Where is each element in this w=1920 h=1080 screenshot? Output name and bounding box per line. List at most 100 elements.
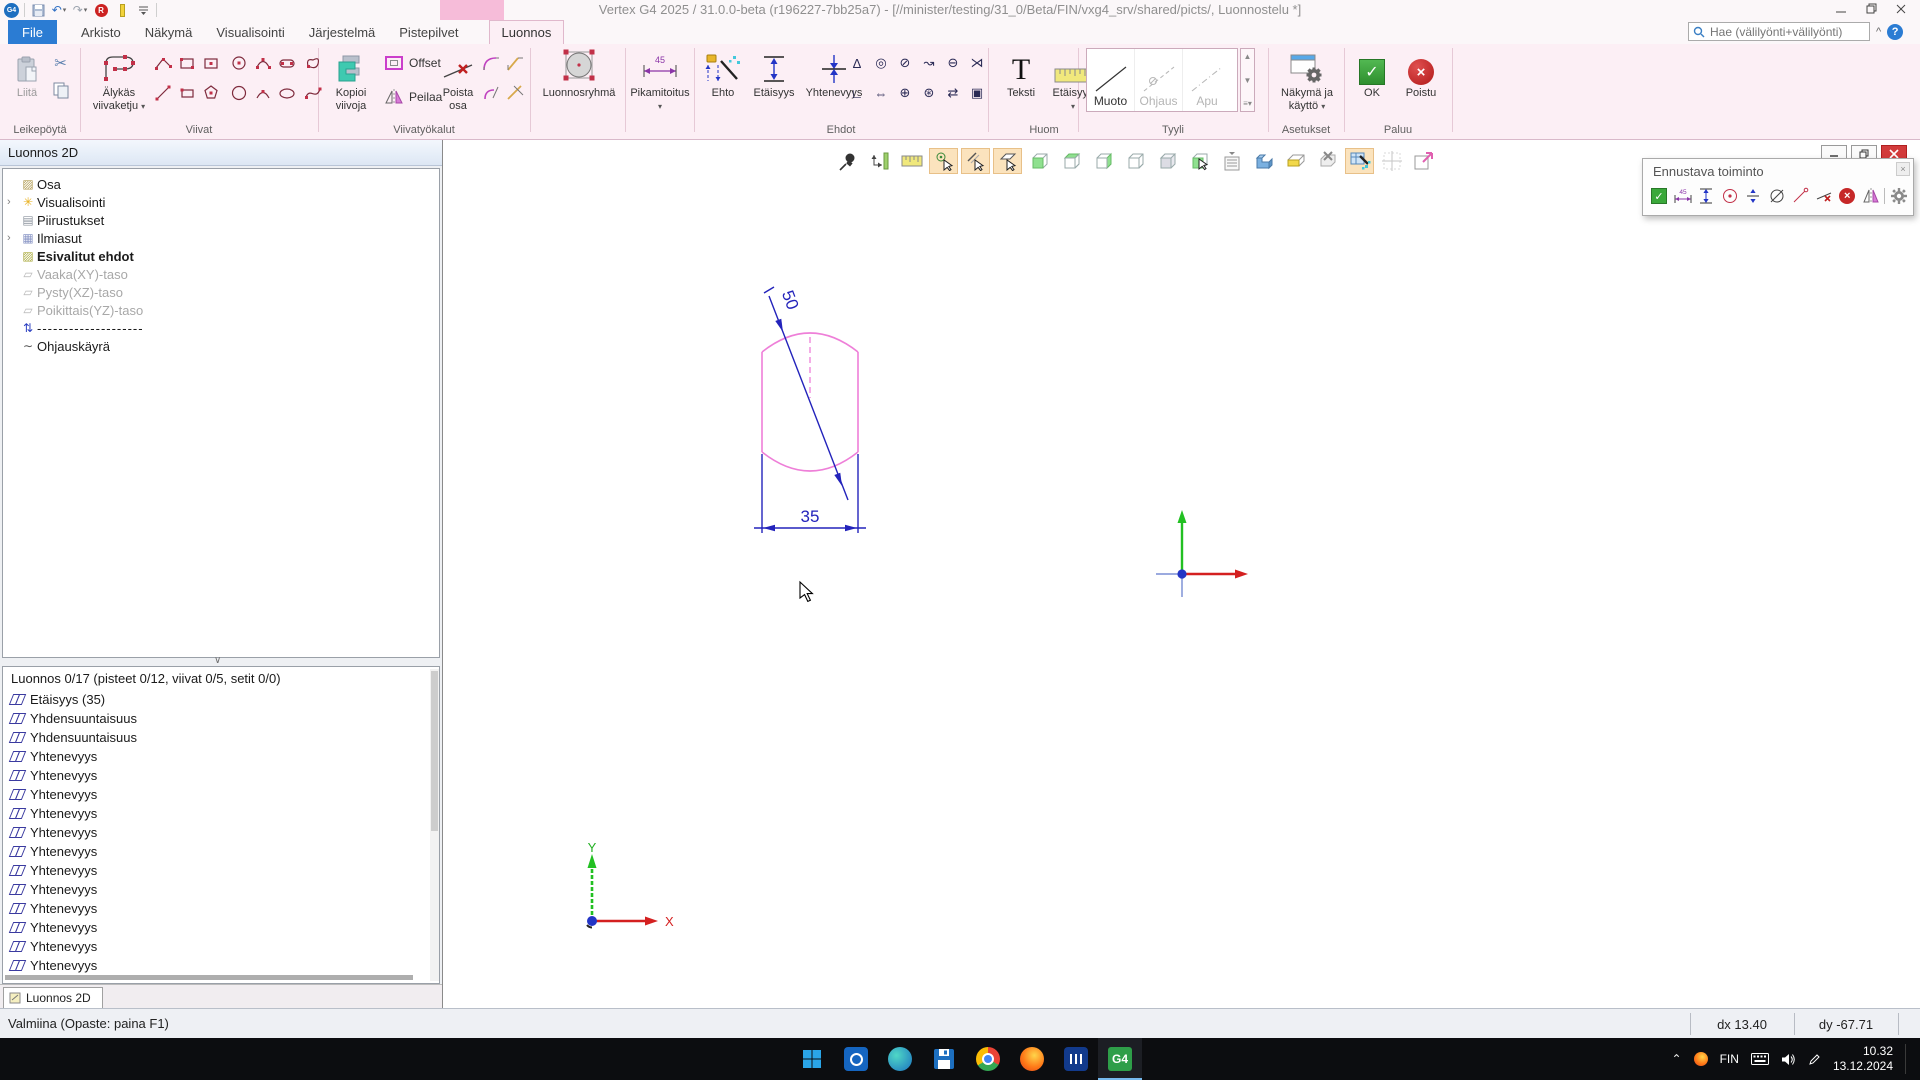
exit-button[interactable]: × Poistu (1398, 46, 1444, 122)
draw-circle-center-button[interactable] (228, 52, 249, 73)
horizontal-scrollbar-thumb[interactable] (5, 975, 413, 980)
splitter-collapse-icon[interactable]: ∨ (214, 655, 221, 666)
style-shape[interactable]: Muoto (1087, 49, 1135, 111)
perpendicular-constraint-icon-button[interactable]: ∟ (846, 82, 868, 104)
drawing-canvas[interactable]: 50 35 Y (443, 140, 1920, 1008)
fillet-button[interactable] (480, 52, 501, 73)
grid-toggle-button[interactable] (1377, 148, 1406, 174)
smart-polyline-button[interactable]: Älykäsviivaketju ▾ (88, 46, 150, 122)
snap-point-toggle[interactable] (929, 148, 958, 174)
predict-vertical-distance-button[interactable] (1696, 186, 1716, 206)
distance-constraint-button[interactable]: Etäisyys (748, 46, 800, 122)
start-button[interactable] (790, 1038, 834, 1080)
taskbar-g4[interactable]: G4 (1098, 1038, 1142, 1080)
copy-button[interactable] (50, 80, 71, 101)
clock[interactable]: 10.32 13.12.2024 (1833, 1044, 1893, 1074)
view-front-button[interactable] (1025, 148, 1054, 174)
tree-item-poikittais-yz[interactable]: ▱Poikittais(YZ)-taso (3, 301, 423, 319)
view-and-usage-button[interactable]: Näkymä jakäyttö ▾ (1276, 46, 1338, 122)
app-logo-icon[interactable]: G4 (4, 3, 19, 18)
list-item[interactable]: Yhtenevyys (9, 766, 97, 785)
gallery-scroll[interactable]: ▲▼≡▾ (1240, 48, 1255, 112)
extend-button[interactable] (504, 82, 525, 103)
undo-button[interactable]: ↶▾ (51, 2, 67, 18)
paste-button[interactable]: Liitä (6, 46, 48, 122)
tab-nakyma[interactable]: Näkymä (133, 20, 205, 44)
collapse-ribbon-button[interactable]: ^ (1876, 26, 1881, 38)
list-item[interactable]: Yhtenevyys (9, 785, 97, 804)
list-item[interactable]: Yhtenevyys (9, 956, 97, 975)
list-item[interactable]: Yhtenevyys (9, 918, 97, 937)
tree-item-vaaka-xy[interactable]: ▱Vaaka(XY)-taso (3, 265, 423, 283)
draw-slot-button[interactable] (276, 52, 297, 73)
exclude-constraint-icon-button[interactable]: ⊖ (942, 52, 964, 74)
tree-item-piirustukset[interactable]: ▤Piirustukset (3, 211, 423, 229)
predict-concentric-button[interactable] (1720, 186, 1740, 206)
taskbar-edge[interactable] (878, 1038, 922, 1080)
list-item[interactable]: Yhtenevyys (9, 823, 97, 842)
draw-angle-line-button[interactable] (152, 52, 173, 73)
draw-circle-button[interactable] (228, 82, 249, 103)
list-item[interactable]: Yhtenevyys (9, 899, 97, 918)
predict-symmetric-button[interactable] (1743, 186, 1763, 206)
constraint-button[interactable]: Ehto (700, 46, 746, 122)
draw-rectangle-button[interactable] (176, 52, 197, 73)
record-button[interactable]: R (93, 2, 109, 18)
list-item[interactable]: Yhtenevyys (9, 842, 97, 861)
draw-line-button[interactable] (152, 82, 173, 103)
view-iso-button[interactable] (1153, 148, 1182, 174)
tree-item-ilmiasut[interactable]: ›▦Ilmiasut (3, 229, 423, 247)
list-item[interactable]: Yhtenevyys (9, 880, 97, 899)
view-top-button[interactable] (1057, 148, 1086, 174)
ok-button[interactable]: ✓ OK (1352, 46, 1392, 122)
tab-file[interactable]: File (8, 20, 57, 44)
draw-closed-spline-button[interactable] (302, 52, 323, 73)
tab-jarjestelma[interactable]: Järjestelmä (297, 20, 387, 44)
tab-luonnos[interactable]: Luonnos (489, 20, 565, 44)
list-item[interactable]: Etäisyys (35) (9, 690, 105, 709)
trim-part-button[interactable]: Poistaosa (436, 46, 480, 122)
taskbar-save-tool[interactable] (922, 1038, 966, 1080)
snap-line-toggle[interactable] (961, 148, 990, 174)
tree-item-esivalitut-ehdot[interactable]: ▨Esivalitut ehdot (3, 247, 423, 265)
search-input[interactable] (1688, 22, 1870, 41)
tab-pistepilvet[interactable]: Pistepilvet (387, 20, 470, 44)
tree-item-osa[interactable]: ▨Osa (3, 175, 423, 193)
view-select-button[interactable] (1185, 148, 1214, 174)
tab-luonnos-2d[interactable]: Luonnos 2D (3, 987, 103, 1008)
taskbar-chrome[interactable] (966, 1038, 1010, 1080)
text-annotation-button[interactable]: T Teksti (1000, 46, 1042, 122)
tree-item-centerline[interactable]: ⇅-------------------- (3, 319, 423, 337)
list-scrollbar[interactable] (430, 669, 439, 981)
pin-toolbar-button[interactable] (833, 148, 862, 174)
pen-icon[interactable] (1808, 1053, 1821, 1066)
tab-arkisto[interactable]: Arkisto (69, 20, 133, 44)
fillet-trim-button[interactable] (480, 82, 501, 103)
equal-constraint-icon-button[interactable]: ⊛ (918, 82, 940, 104)
scrollbar-thumb[interactable] (431, 671, 438, 831)
copy-lines-button[interactable]: Kopioiviivoja (322, 46, 380, 122)
view-right-button[interactable] (1089, 148, 1118, 174)
show-desktop-divider[interactable] (1905, 1044, 1906, 1074)
touch-keyboard-icon[interactable] (1751, 1053, 1769, 1065)
predictive-panel-close-button[interactable]: × (1896, 162, 1910, 176)
list-item[interactable]: Yhtenevyys (9, 861, 97, 880)
customize-toolbar-button[interactable] (135, 2, 151, 18)
equal-distance-constraint-icon-button[interactable]: ⇄ (942, 82, 964, 104)
tree-item-visualisointi[interactable]: ›✳Visualisointi (3, 193, 423, 211)
expand-chevron-icon[interactable]: › (7, 196, 19, 208)
redo-button[interactable]: ↷▾ (72, 2, 88, 18)
move-dimension-button[interactable] (865, 148, 894, 174)
draw-arc-button[interactable] (252, 82, 273, 103)
tray-expand-icon[interactable]: ⌃ (1672, 1052, 1682, 1066)
save-button[interactable] (30, 2, 46, 18)
draw-spline-button[interactable] (302, 82, 323, 103)
solid-model-button[interactable] (1249, 148, 1278, 174)
concentric-constraint-icon-button[interactable]: ◎ (870, 52, 892, 74)
help-button[interactable]: ? (1887, 24, 1903, 40)
export-view-button[interactable] (1409, 148, 1438, 174)
list-item[interactable]: Yhtenevyys (9, 747, 97, 766)
taskbar-firefox[interactable] (1010, 1038, 1054, 1080)
split-constraint-icon-button[interactable]: ⋊ (966, 52, 988, 74)
predict-mirror-button[interactable] (1861, 186, 1881, 206)
